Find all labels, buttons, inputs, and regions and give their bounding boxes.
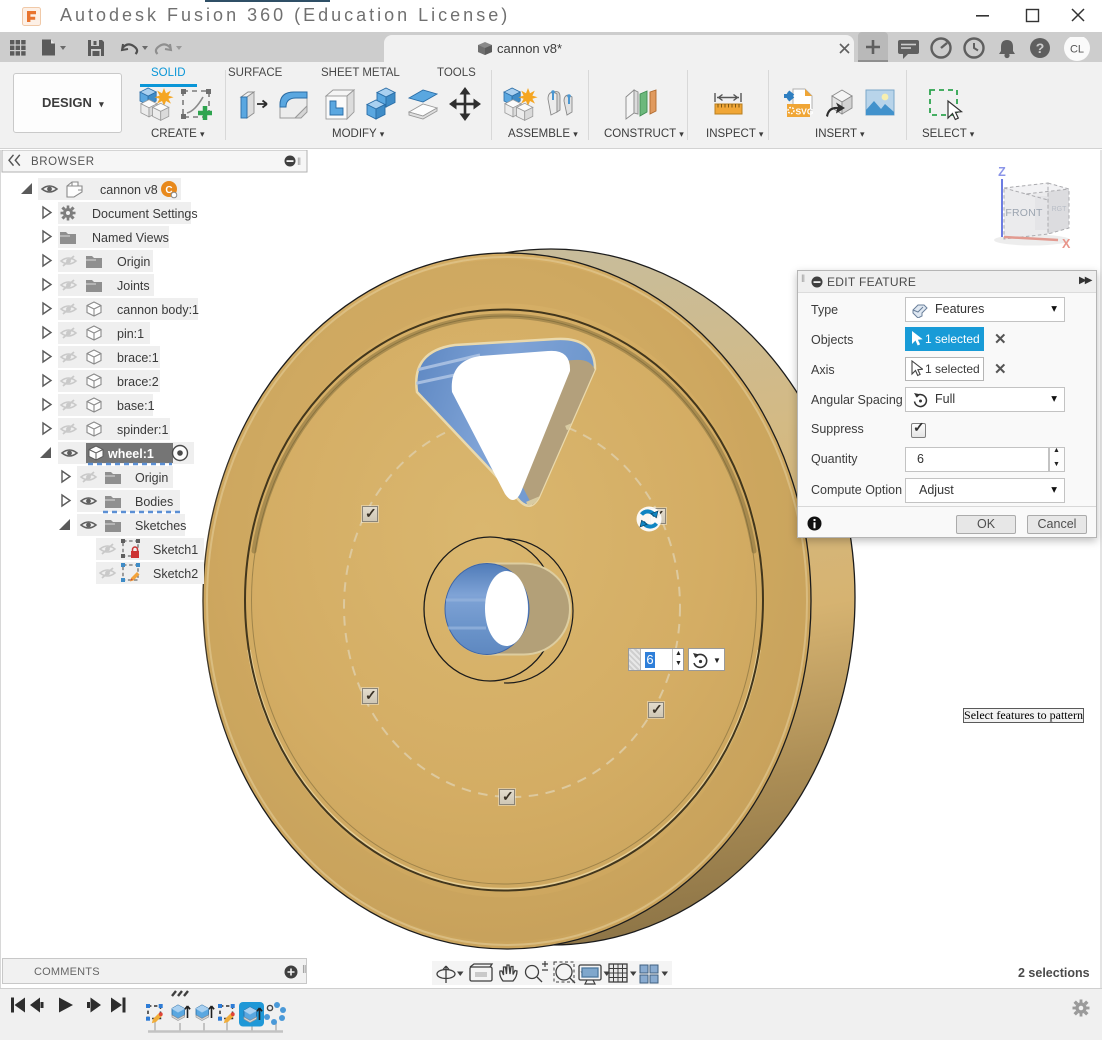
svg-text:?: ? xyxy=(1036,40,1045,56)
svg-text:Bodies: Bodies xyxy=(135,495,173,509)
svg-text:brace:1: brace:1 xyxy=(117,351,159,365)
svg-text:Sketch2: Sketch2 xyxy=(153,567,198,581)
svg-text:FRONT: FRONT xyxy=(1005,207,1043,219)
svg-text:pin:1: pin:1 xyxy=(117,327,144,341)
svg-text:Sketch1: Sketch1 xyxy=(153,543,198,557)
svg-text:Joints: Joints xyxy=(117,279,150,293)
svg-text:cannon body:1: cannon body:1 xyxy=(117,303,199,317)
svg-text:Z: Z xyxy=(998,165,1006,179)
svg-text:brace:2: brace:2 xyxy=(117,375,159,389)
svg-text:Document Settings: Document Settings xyxy=(92,207,198,221)
svg-text:Named Views: Named Views xyxy=(92,231,169,245)
svg-text:Origin: Origin xyxy=(117,255,150,269)
svg-text:SVG: SVG xyxy=(796,107,814,117)
svg-text:Origin: Origin xyxy=(135,471,168,485)
svg-text:base:1: base:1 xyxy=(117,399,155,413)
svg-text:‖: ‖ xyxy=(297,157,301,168)
svg-text:spinder:1: spinder:1 xyxy=(117,423,168,437)
svg-text:wheel:1: wheel:1 xyxy=(107,447,154,461)
svg-text:BROWSER: BROWSER xyxy=(31,156,95,168)
svg-text:CL: CL xyxy=(1070,44,1084,56)
svg-text:RGT: RGT xyxy=(1052,206,1068,213)
svg-text:Sketches: Sketches xyxy=(135,519,186,533)
svg-text:X: X xyxy=(1062,237,1071,251)
svg-text:cannon v8: cannon v8 xyxy=(100,183,158,197)
